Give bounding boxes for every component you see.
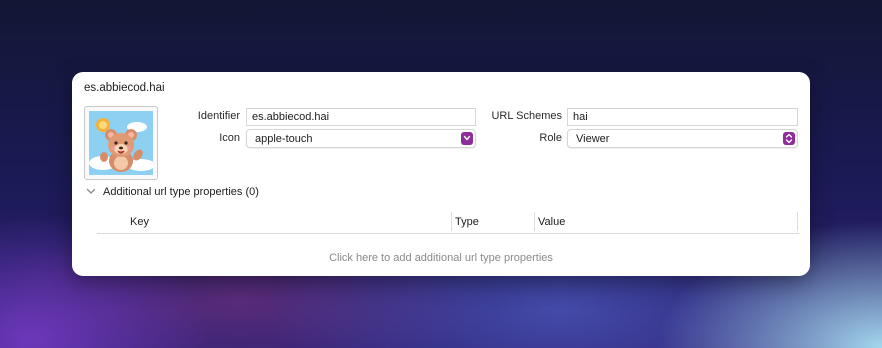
identifier-field[interactable]: es.abbiecod.hai (246, 108, 476, 126)
role-popup-value: Viewer (576, 133, 610, 145)
role-label: Role (539, 132, 562, 144)
column-divider[interactable] (797, 212, 798, 231)
url-schemes-label: URL Schemes (491, 110, 562, 122)
url-schemes-field[interactable]: hai (567, 108, 798, 126)
identifier-label: Identifier (197, 110, 240, 122)
panel-title: es.abbiecod.hai (84, 82, 165, 94)
icon-popup-value: apple-touch (255, 133, 313, 145)
column-key[interactable]: Key (130, 216, 149, 228)
additional-properties-label[interactable]: Additional url type properties (0) (103, 186, 259, 198)
url-type-panel: es.abbiecod.hai Identifier es.abbiecod.h… (72, 72, 810, 276)
column-value[interactable]: Value (538, 216, 565, 228)
chevron-updown-icon (783, 132, 795, 145)
column-type[interactable]: Type (455, 216, 479, 228)
bear-mascot-icon (89, 111, 153, 175)
disclosure-chevron-icon[interactable] (86, 186, 96, 196)
column-divider[interactable] (451, 212, 452, 231)
properties-table-header: Key Type Value (97, 210, 799, 234)
icon-popup[interactable]: apple-touch (246, 129, 476, 148)
column-divider[interactable] (534, 212, 535, 231)
app-icon-well[interactable] (84, 106, 158, 180)
add-property-hint[interactable]: Click here to add additional url type pr… (72, 252, 810, 264)
icon-label: Icon (219, 132, 240, 144)
role-popup[interactable]: Viewer (567, 129, 798, 148)
